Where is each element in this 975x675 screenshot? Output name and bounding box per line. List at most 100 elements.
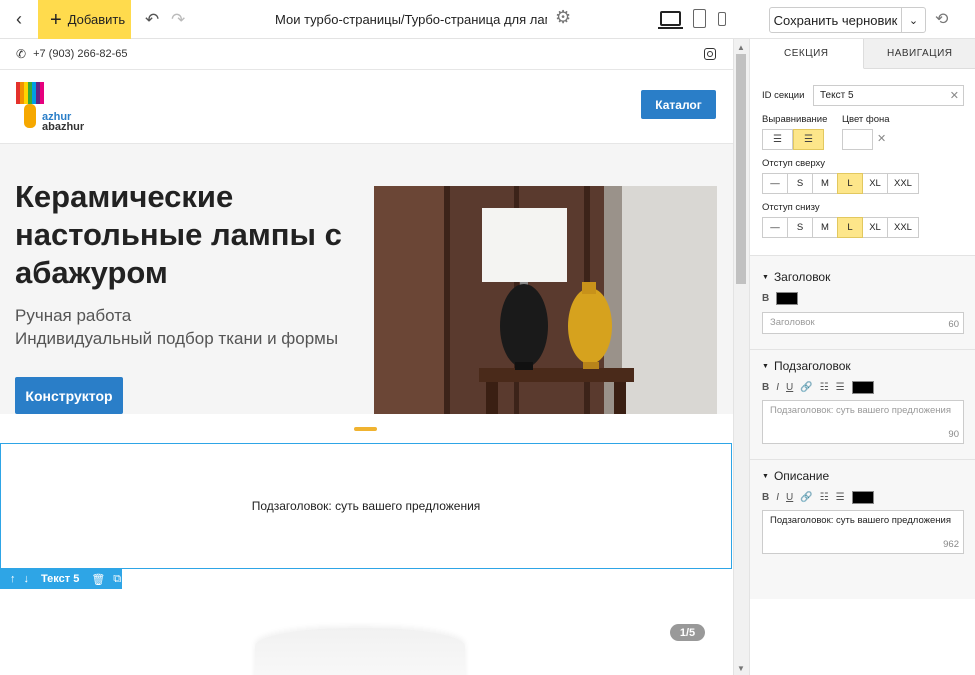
underline-icon[interactable]: U bbox=[786, 382, 793, 393]
description-format-bar: B I U 🔗 ☷ ☰ bbox=[762, 491, 874, 504]
logo: azhur abazhur bbox=[16, 82, 96, 133]
description-char-count: 962 bbox=[943, 539, 959, 550]
slide-counter: 1/5 bbox=[670, 624, 705, 641]
catalog-button[interactable]: Каталог bbox=[641, 90, 716, 119]
clear-icon[interactable]: ✕ bbox=[950, 89, 959, 102]
italic-icon[interactable]: I bbox=[776, 382, 779, 393]
link-icon[interactable]: 🔗 bbox=[800, 382, 812, 393]
subheading-section-title[interactable]: ▼ Подзаголовок bbox=[762, 359, 851, 373]
description-input[interactable]: Подзаголовок: суть вашего предложения 96… bbox=[762, 510, 964, 554]
bold-icon[interactable]: B bbox=[762, 492, 769, 503]
hero-section[interactable]: Керамические настольные лампы с абажуром… bbox=[0, 144, 733, 414]
top-size-s[interactable]: S bbox=[787, 173, 813, 194]
caret-down-icon: ▼ bbox=[762, 473, 769, 480]
heading-section-title[interactable]: ▼ Заголовок bbox=[762, 270, 830, 284]
save-draft-button[interactable]: Сохранить черновик bbox=[769, 7, 902, 33]
top-size-m[interactable]: M bbox=[812, 173, 838, 194]
history-icon[interactable]: ⟲ bbox=[935, 9, 948, 29]
subheading-color-swatch[interactable] bbox=[851, 381, 874, 394]
settings-panel: СЕКЦИЯ НАВИГАЦИЯ ID секции Текст 5 ✕ Выр… bbox=[749, 39, 975, 675]
description-section-title[interactable]: ▼ Описание bbox=[762, 469, 829, 483]
breadcrumb[interactable]: Мои турбо-страницы/Турбо-страница для ла… bbox=[275, 12, 547, 27]
bottom-padding-group: — S M L XL XXL bbox=[762, 217, 919, 238]
heading-char-count: 60 bbox=[948, 319, 959, 330]
tablet-view-icon[interactable] bbox=[693, 9, 706, 28]
clear-color-icon[interactable]: ✕ bbox=[877, 132, 886, 145]
trash-icon[interactable]: 🗑 bbox=[91, 573, 105, 586]
top-bar: ‹ + Добавить ↶ ↷ Мои турбо-страницы/Турб… bbox=[0, 0, 975, 39]
instagram-icon[interactable] bbox=[704, 48, 716, 60]
logo-line-2: abazhur bbox=[42, 121, 85, 132]
bottom-size-none[interactable]: — bbox=[762, 217, 788, 238]
link-icon[interactable]: 🔗 bbox=[800, 492, 812, 503]
selected-text-section[interactable]: Подзаголовок: суть вашего предложения bbox=[0, 443, 732, 569]
subheading-section: ▼ Подзаголовок B I U 🔗 ☷ ☰ Подзаголовок: … bbox=[750, 349, 975, 459]
underline-icon[interactable]: U bbox=[786, 492, 793, 503]
scroll-up-icon[interactable]: ▲ bbox=[737, 43, 745, 52]
copy-icon[interactable]: ⧉ bbox=[113, 573, 121, 586]
plus-icon: + bbox=[50, 8, 62, 31]
product-slider[interactable]: 1/5 bbox=[0, 589, 733, 675]
italic-icon[interactable]: I bbox=[776, 492, 779, 503]
ordered-list-icon[interactable]: ☷ bbox=[820, 492, 829, 503]
bullet-list-icon[interactable]: ☰ bbox=[836, 382, 845, 393]
tab-navigation[interactable]: НАВИГАЦИЯ bbox=[863, 39, 975, 69]
redo-icon[interactable]: ↷ bbox=[171, 10, 185, 30]
section-id-value: Текст 5 bbox=[820, 90, 854, 101]
phone-number[interactable]: +7 (903) 266-82-65 bbox=[33, 48, 127, 60]
bottom-size-xxl[interactable]: XXL bbox=[887, 217, 919, 238]
section-toolbar: ↑ ↓ Текст 5 🗑 ⧉ bbox=[0, 569, 122, 589]
top-size-xl[interactable]: XL bbox=[862, 173, 888, 194]
top-size-l[interactable]: L bbox=[837, 173, 863, 194]
scroll-thumb[interactable] bbox=[736, 54, 746, 284]
insert-section-marker[interactable] bbox=[354, 427, 377, 431]
top-size-none[interactable]: — bbox=[762, 173, 788, 194]
heading-placeholder: Заголовок bbox=[770, 317, 815, 328]
chevron-down-icon: ⌄ bbox=[908, 14, 919, 27]
heading-input[interactable]: Заголовок 60 bbox=[762, 312, 964, 334]
bottom-size-m[interactable]: M bbox=[812, 217, 838, 238]
save-dropdown-button[interactable]: ⌄ bbox=[901, 7, 926, 33]
scroll-down-icon[interactable]: ▼ bbox=[737, 664, 745, 673]
description-color-swatch[interactable] bbox=[851, 491, 874, 504]
description-value: Подзаголовок: суть вашего предложения bbox=[770, 515, 951, 526]
hero-subtitle-line-1: Ручная работа bbox=[15, 306, 132, 325]
add-button-label: Добавить bbox=[67, 12, 126, 27]
add-button[interactable]: + Добавить bbox=[38, 0, 131, 39]
subheading-char-count: 90 bbox=[948, 429, 959, 440]
bold-icon[interactable]: B bbox=[762, 293, 769, 304]
align-left-button[interactable]: ☰ bbox=[762, 129, 793, 150]
description-title-text: Описание bbox=[773, 469, 830, 483]
align-center-button[interactable]: ☰ bbox=[793, 129, 824, 150]
bullet-list-icon[interactable]: ☰ bbox=[836, 492, 845, 503]
subheading-input[interactable]: Подзаголовок: суть вашего предложения 90 bbox=[762, 400, 964, 444]
bg-color-picker[interactable] bbox=[842, 129, 873, 150]
logo-lamp-icon bbox=[16, 82, 44, 128]
bold-icon[interactable]: B bbox=[762, 382, 769, 393]
gear-icon[interactable]: ⚙ bbox=[555, 7, 571, 28]
align-group: ☰ ☰ bbox=[762, 129, 824, 150]
undo-icon[interactable]: ↶ bbox=[145, 10, 159, 30]
heading-format-bar: B bbox=[762, 292, 799, 305]
ordered-list-icon[interactable]: ☷ bbox=[820, 382, 829, 393]
move-up-icon[interactable]: ↑ bbox=[10, 573, 16, 585]
heading-color-swatch[interactable] bbox=[776, 292, 799, 305]
section-id-input[interactable]: Текст 5 ✕ bbox=[813, 85, 964, 106]
top-size-xxl[interactable]: XXL bbox=[887, 173, 919, 194]
bottom-size-s[interactable]: S bbox=[787, 217, 813, 238]
move-down-icon[interactable]: ↓ bbox=[24, 573, 30, 585]
constructor-button[interactable]: Конструктор bbox=[15, 377, 123, 414]
panel-body: ID секции Текст 5 ✕ Выравнивание Цвет фо… bbox=[750, 69, 975, 675]
hero-subtitle: Ручная работа Индивидуальный подбор ткан… bbox=[15, 304, 365, 350]
tab-section[interactable]: СЕКЦИЯ bbox=[750, 39, 864, 69]
panel-tabs: СЕКЦИЯ НАВИГАЦИЯ bbox=[750, 39, 975, 69]
preview-scrollbar[interactable]: ▲ ▼ bbox=[733, 39, 749, 675]
hero-title: Керамические настольные лампы с абажуром bbox=[15, 179, 342, 290]
desktop-view-icon[interactable] bbox=[658, 11, 683, 29]
back-button[interactable]: ‹ bbox=[0, 0, 38, 39]
lamp-shade-image bbox=[255, 628, 465, 675]
phone-view-icon[interactable] bbox=[718, 12, 726, 26]
bottom-size-xl[interactable]: XL bbox=[862, 217, 888, 238]
bottom-size-l[interactable]: L bbox=[837, 217, 863, 238]
caret-down-icon: ▼ bbox=[762, 274, 769, 281]
